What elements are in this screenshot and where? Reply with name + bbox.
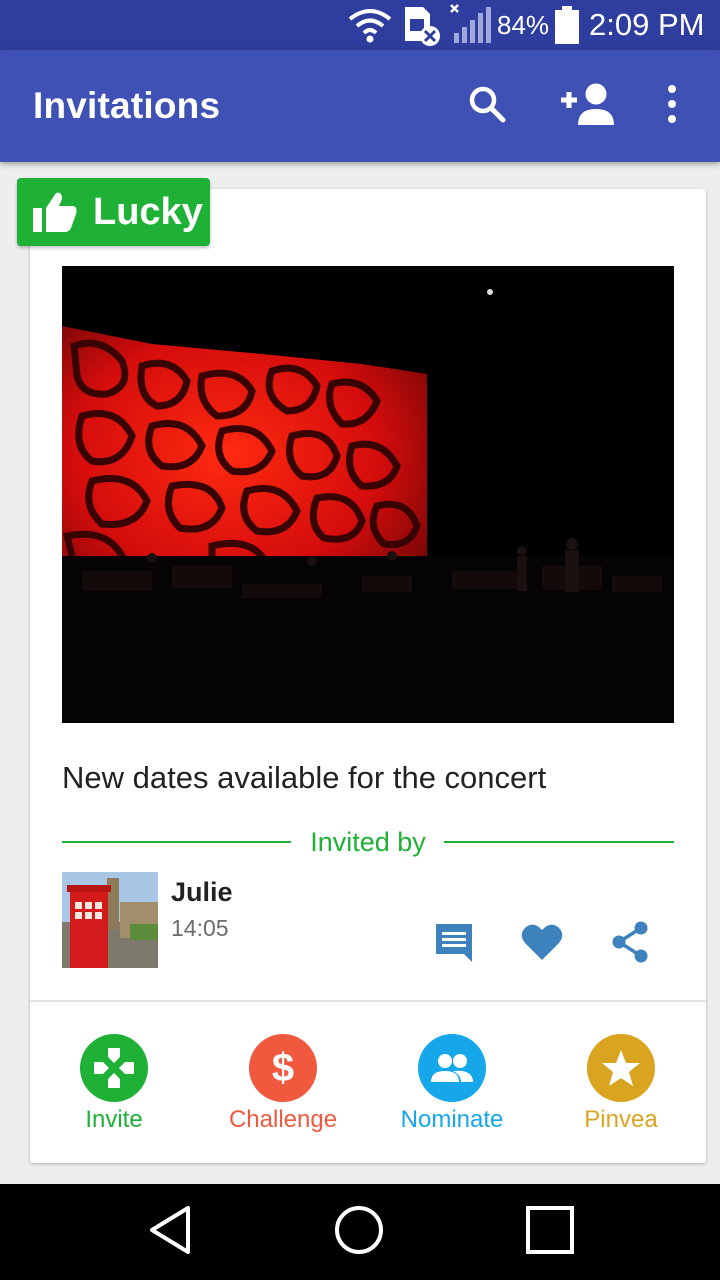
- concert-photo[interactable]: [62, 266, 674, 723]
- person-add-icon: [558, 81, 622, 132]
- app-bar: Invitations: [0, 50, 720, 162]
- nominate-button[interactable]: Nominate: [377, 1034, 527, 1144]
- like-button[interactable]: [516, 918, 568, 970]
- share-button[interactable]: [604, 918, 656, 970]
- challenge-button[interactable]: $ Challenge: [208, 1034, 358, 1144]
- inviter-name[interactable]: Julie: [171, 874, 233, 910]
- avatar[interactable]: [62, 872, 158, 968]
- recents-button[interactable]: [502, 1184, 598, 1280]
- back-button[interactable]: [122, 1184, 218, 1280]
- badge-label: Lucky: [93, 191, 203, 233]
- more-vert-icon: [666, 84, 678, 129]
- overflow-menu-button[interactable]: [640, 74, 704, 138]
- post-time: 14:05: [171, 915, 229, 941]
- divider-left: [62, 841, 291, 843]
- share-icon: [609, 920, 651, 969]
- add-person-button[interactable]: [558, 74, 622, 138]
- pinvea-label: Pinvea: [584, 1106, 658, 1133]
- battery-percent: 84%: [497, 9, 550, 40]
- card-divider: [30, 1000, 706, 1002]
- lucky-badge: Lucky: [17, 178, 210, 246]
- people-icon: [418, 1034, 486, 1102]
- status-bar: 84% 2:09 PM: [0, 0, 720, 50]
- navigation-bar: [0, 1184, 720, 1280]
- comment-icon: [432, 920, 476, 969]
- nominate-label: Nominate: [400, 1106, 504, 1133]
- sim-error-icon: [402, 0, 444, 50]
- thumb-up-icon: [31, 190, 79, 239]
- invite-button[interactable]: Invite: [39, 1034, 189, 1144]
- battery-icon: [553, 0, 581, 50]
- gamepad-icon: [80, 1034, 148, 1102]
- invite-label: Invite: [85, 1106, 143, 1133]
- comment-button[interactable]: [428, 918, 480, 970]
- home-icon: [333, 1204, 385, 1261]
- wifi-icon: [347, 0, 393, 50]
- heart-icon: [520, 922, 564, 967]
- search-button[interactable]: [455, 74, 519, 138]
- page-title: Invitations: [33, 85, 221, 126]
- challenge-label: Challenge: [228, 1106, 338, 1133]
- pinvea-button[interactable]: Pinvea: [546, 1034, 696, 1144]
- recents-icon: [524, 1204, 576, 1261]
- search-icon: [467, 84, 507, 129]
- signal-icon: [448, 0, 494, 50]
- invited-by-label: Invited by: [310, 827, 426, 857]
- divider-right: [444, 841, 674, 843]
- dollar-icon: $: [249, 1034, 317, 1102]
- post-title: New dates available for the concert: [62, 760, 547, 795]
- status-clock: 2:09 PM: [589, 7, 705, 42]
- back-icon: [146, 1204, 194, 1261]
- home-button[interactable]: [311, 1184, 407, 1280]
- star-icon: [587, 1034, 655, 1102]
